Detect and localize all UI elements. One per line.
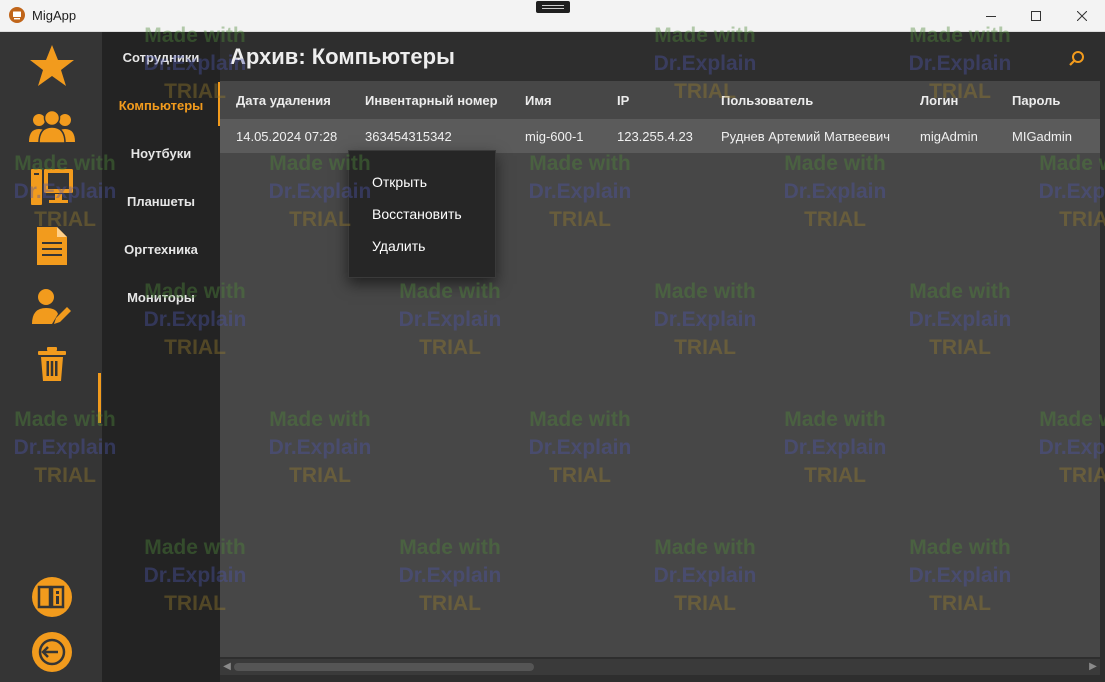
- trash-icon: [38, 347, 66, 381]
- main-content: Архив: Компьютеры Дата удаления Инвентар…: [220, 32, 1105, 682]
- menu-item-restore[interactable]: Восстановить: [372, 206, 462, 222]
- column-header-name[interactable]: Имя: [525, 93, 552, 108]
- subnav-panel: Сотрудники Компьютеры Ноутбуки Планшеты …: [102, 32, 221, 682]
- minimize-button[interactable]: [968, 0, 1014, 31]
- subnav-item-monitors[interactable]: Мониторы: [102, 290, 220, 305]
- favorites-button[interactable]: [26, 42, 78, 90]
- minimize-icon: [986, 15, 996, 17]
- cell-inventory-number: 363454315342: [365, 129, 452, 144]
- column-header-inventory-number[interactable]: Инвентарный номер: [365, 93, 498, 108]
- employees-button[interactable]: [26, 103, 78, 151]
- column-header-password[interactable]: Пароль: [1012, 93, 1060, 108]
- user-edit-icon: [32, 289, 71, 324]
- users-group-icon: [29, 110, 75, 144]
- maximize-button[interactable]: [1013, 0, 1059, 31]
- cell-login: migAdmin: [920, 129, 978, 144]
- subnav-item-tablets[interactable]: Планшеты: [102, 194, 220, 209]
- title-bar: MigApp: [0, 0, 1105, 32]
- column-header-ip[interactable]: IP: [617, 93, 629, 108]
- column-header-user[interactable]: Пользователь: [721, 93, 813, 108]
- logout-button[interactable]: [26, 628, 78, 676]
- cell-password: MIGadmin: [1012, 129, 1072, 144]
- document-icon: [37, 227, 67, 265]
- help-button[interactable]: [26, 573, 78, 621]
- computer-icon: [31, 169, 73, 205]
- scrollbar-thumb[interactable]: [234, 663, 534, 671]
- cell-ip: 123.255.4.23: [617, 129, 693, 144]
- scroll-left-icon[interactable]: ◀: [220, 659, 234, 675]
- computers-button[interactable]: [26, 163, 78, 211]
- page-title: Архив: Компьютеры: [230, 44, 455, 69]
- search-icon[interactable]: [1066, 48, 1088, 70]
- scroll-right-icon[interactable]: ▶: [1086, 659, 1100, 675]
- documents-button[interactable]: [26, 222, 78, 270]
- subnav-item-employees[interactable]: Сотрудники: [102, 50, 220, 65]
- user-edit-button[interactable]: [26, 283, 78, 331]
- icon-rail: [0, 32, 102, 682]
- app-icon: [9, 7, 25, 23]
- cell-name: mig-600-1: [525, 129, 584, 144]
- subnav-item-laptops[interactable]: Ноутбуки: [102, 146, 220, 161]
- book-info-icon: [32, 577, 72, 617]
- star-icon: [30, 45, 74, 86]
- cell-user: Руднев Артемий Матвеевич: [721, 129, 891, 144]
- column-header-deleted-date[interactable]: Дата удаления: [236, 93, 331, 108]
- maximize-icon: [1031, 10, 1041, 21]
- table-header: Дата удаления Инвентарный номер Имя IP П…: [220, 81, 1100, 119]
- active-rail-indicator: [98, 373, 101, 423]
- context-menu: Открыть Восстановить Удалить: [348, 150, 496, 278]
- window-title: MigApp: [32, 8, 77, 23]
- close-button[interactable]: [1059, 0, 1105, 31]
- cell-deleted-date: 14.05.2024 07:28: [236, 129, 338, 144]
- menu-item-delete[interactable]: Удалить: [372, 238, 425, 254]
- drag-handle[interactable]: [536, 1, 570, 13]
- trash-button[interactable]: [26, 340, 78, 388]
- menu-item-open[interactable]: Открыть: [372, 174, 427, 190]
- subnav-item-computers[interactable]: Компьютеры: [102, 98, 220, 113]
- column-header-login[interactable]: Логин: [920, 93, 958, 108]
- close-icon: [1077, 10, 1087, 21]
- logout-icon: [32, 632, 72, 672]
- table-row[interactable]: 14.05.2024 07:28 363454315342 mig-600-1 …: [220, 119, 1100, 153]
- horizontal-scrollbar[interactable]: ◀ ▶: [220, 659, 1100, 675]
- subnav-item-office-equipment[interactable]: Оргтехника: [102, 242, 220, 257]
